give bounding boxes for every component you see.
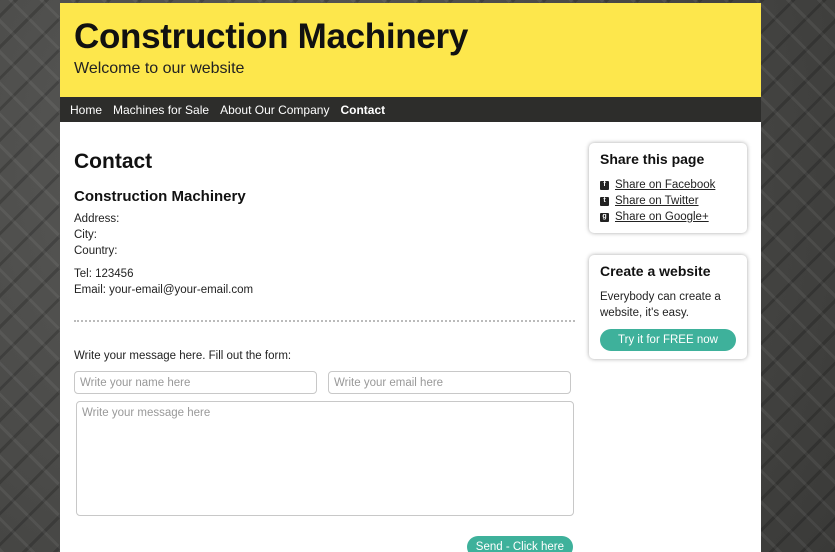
- form-row: [74, 371, 575, 394]
- city-label: City:: [74, 229, 97, 241]
- contact-details: Tel: 123456 Email: your-email@your-email…: [74, 266, 575, 298]
- nav-contact[interactable]: Contact: [340, 103, 395, 117]
- share-item-facebook: f Share on Facebook: [600, 177, 736, 193]
- divider: [74, 320, 575, 322]
- main-column: Contact Construction Machinery Address: …: [74, 122, 575, 552]
- share-item-twitter: t Share on Twitter: [600, 193, 736, 209]
- site-title: Construction Machinery: [74, 17, 469, 56]
- email-input[interactable]: [328, 371, 571, 394]
- name-input[interactable]: [74, 371, 317, 394]
- share-card: Share this page f Share on Facebook t Sh…: [589, 143, 747, 233]
- create-website-card: Create a website Everybody can create a …: [589, 255, 747, 359]
- send-button[interactable]: Send - Click here: [466, 536, 573, 552]
- google-plus-icon: g: [600, 212, 609, 222]
- twitter-icon: t: [600, 196, 609, 206]
- nav-machines-for-sale[interactable]: Machines for Sale: [113, 103, 219, 117]
- form-intro: Write your message here. Fill out the fo…: [74, 350, 292, 362]
- send-wrap: Send - Click here: [74, 536, 575, 552]
- create-title: Create a website: [600, 263, 711, 279]
- content: Contact Construction Machinery Address: …: [60, 122, 761, 552]
- create-text: Everybody can create a website, it's eas…: [600, 291, 721, 319]
- page-title: Contact: [74, 150, 153, 173]
- share-twitter-link[interactable]: Share on Twitter: [615, 193, 699, 209]
- company-name: Construction Machinery: [74, 188, 246, 205]
- message-textarea[interactable]: [76, 401, 574, 516]
- share-googleplus-link[interactable]: Share on Google+: [615, 209, 709, 225]
- site-header: Construction Machinery Welcome to our we…: [60, 3, 761, 97]
- share-list: f Share on Facebook t Share on Twitter g…: [600, 177, 736, 225]
- telephone: Tel: 123456: [74, 268, 134, 280]
- share-facebook-link[interactable]: Share on Facebook: [615, 177, 715, 193]
- share-title: Share this page: [600, 151, 705, 167]
- nav-about-our-company[interactable]: About Our Company: [220, 103, 339, 117]
- nav-home[interactable]: Home: [70, 103, 112, 117]
- address-label: Address:: [74, 213, 120, 225]
- address-block: Address: City: Country:: [74, 211, 575, 259]
- main-nav: Home Machines for Sale About Our Company…: [60, 97, 761, 122]
- site-subtitle: Welcome to our website: [74, 60, 245, 77]
- sidebar: Share this page f Share on Facebook t Sh…: [589, 122, 747, 552]
- try-free-button[interactable]: Try it for FREE now: [600, 329, 736, 351]
- facebook-icon: f: [600, 180, 609, 190]
- country-label: Country:: [74, 245, 118, 257]
- email-address: Email: your-email@your-email.com: [74, 284, 254, 296]
- page: Construction Machinery Welcome to our we…: [60, 3, 761, 552]
- share-item-googleplus: g Share on Google+: [600, 209, 736, 225]
